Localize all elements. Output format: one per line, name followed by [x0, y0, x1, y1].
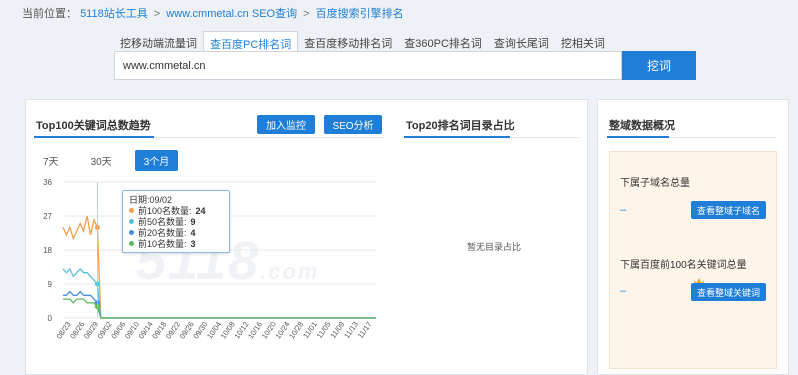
domain-overview-panel: 整域数据概况 下属子域名总量 – 查看整域子域名 下属百度前100名关键词总量 …: [597, 99, 789, 375]
legend-dot-icon: [129, 208, 134, 213]
tooltip-value: 3: [190, 238, 196, 249]
y-tick-label: 0: [48, 314, 53, 323]
x-tick-label: 11/17: [356, 320, 374, 340]
breadcrumb-item-rank[interactable]: 百度搜索引擎排名: [316, 8, 404, 20]
range-tabs: 7天 30天 3个月: [34, 150, 184, 171]
breadcrumb-separator: >: [303, 8, 310, 20]
add-monitor-button[interactable]: 加入监控: [257, 115, 315, 134]
trend-title: Top100关键词总数趋势: [36, 120, 151, 132]
range-3m[interactable]: 3个月: [134, 150, 179, 171]
breadcrumb: 当前位置： 5118站长工具 > www.cmmetal.cn SEO查询 > …: [22, 5, 404, 21]
view-keywords-button[interactable]: 查看整域关键词: [690, 283, 766, 301]
range-30d[interactable]: 30天: [82, 150, 121, 171]
y-tick-label: 9: [48, 280, 53, 289]
view-subdomains-button[interactable]: 查看整域子域名: [690, 201, 766, 219]
overview-card: 下属子域名总量 – 查看整域子域名 下属百度前100名关键词总量 – 查看整域关…: [609, 151, 777, 369]
y-tick-label: 18: [43, 246, 52, 255]
legend-dot-icon: [129, 241, 134, 246]
subdomain-label: 下属子域名总量: [620, 178, 690, 189]
keyword-total-value: –: [620, 285, 627, 297]
y-tick-label: 27: [43, 212, 52, 221]
page: 当前位置： 5118站长工具 > www.cmmetal.cn SEO查询 > …: [0, 0, 798, 375]
series-line: [63, 290, 376, 319]
subdomain-value: –: [620, 204, 627, 216]
side-title: 整域数据概况: [609, 120, 675, 132]
search-input[interactable]: [114, 51, 622, 80]
tooltip-value: 4: [190, 227, 196, 238]
title-underline: [34, 136, 154, 138]
breadcrumb-item-tools[interactable]: 5118站长工具: [80, 8, 148, 20]
breadcrumb-prefix: 当前位置：: [22, 8, 77, 20]
tooltip-row: 前10名数量: 3: [129, 238, 223, 249]
series-line: [63, 298, 376, 319]
series-line: [62, 267, 376, 319]
y-tick-label: 36: [43, 178, 52, 187]
top20-empty-note: 暂无目录占比: [467, 242, 522, 252]
range-7d[interactable]: 7天: [34, 150, 68, 171]
title-underline: [404, 136, 510, 138]
title-underline: [607, 136, 669, 138]
tooltip-value: 24: [195, 205, 206, 216]
search-bar: 挖词: [114, 51, 696, 80]
tooltip-value: 9: [190, 216, 196, 227]
tooltip-label: 前10名数量:: [138, 239, 187, 249]
keyword-total-label: 下属百度前100名关键词总量: [620, 260, 747, 271]
legend-dot-icon: [129, 219, 134, 224]
x-tick-label: 10/28: [287, 320, 305, 341]
top20-title: Top20排名词目录占比: [406, 120, 515, 132]
chart-tooltip: 日期:09/02 前100名数量: 24 前50名数量: 9 前20名数量: 4 前1…: [122, 190, 230, 253]
breadcrumb-separator: >: [153, 8, 161, 20]
legend-dot-icon: [129, 230, 134, 235]
breadcrumb-item-seo[interactable]: www.cmmetal.cn SEO查询: [166, 8, 297, 20]
search-button[interactable]: 挖词: [622, 51, 696, 80]
trend-panel: Top100关键词总数趋势 加入监控 SEO分析 Top20排名词目录占比 7天…: [25, 99, 588, 375]
seo-analysis-button[interactable]: SEO分析: [324, 115, 382, 134]
